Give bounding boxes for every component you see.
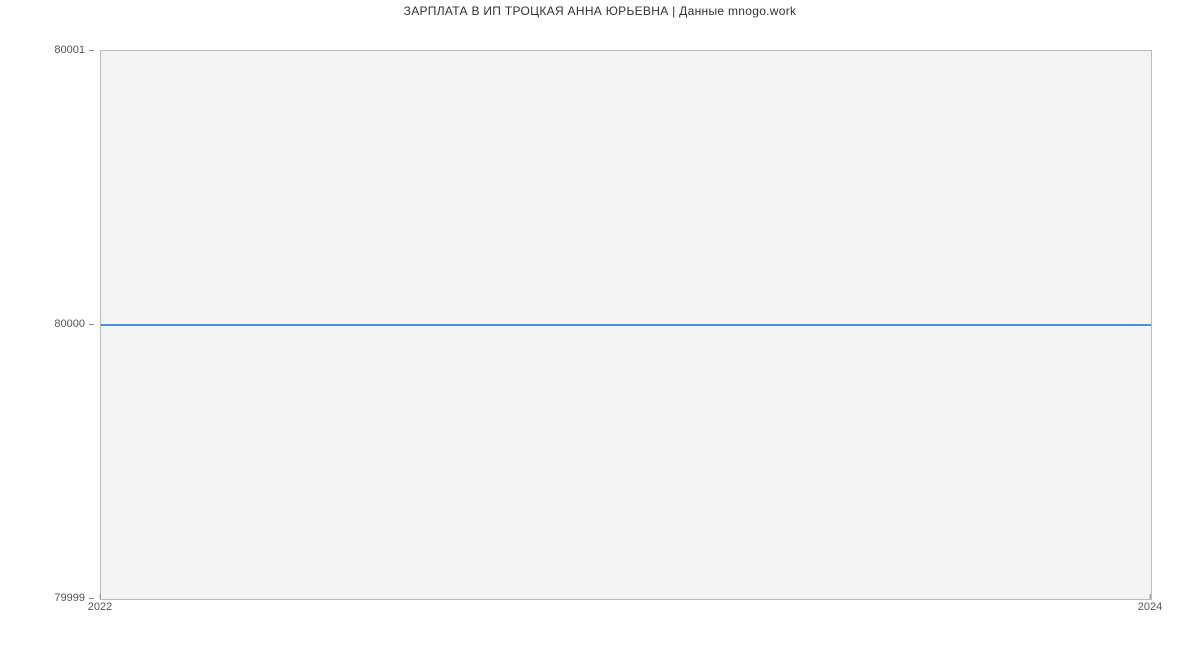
x-tick-2024: 2024 xyxy=(1138,594,1162,613)
y-tick-80001: 80001 xyxy=(54,44,94,56)
x-tick-label: 2022 xyxy=(88,601,112,613)
x-tick-label: 2024 xyxy=(1138,601,1162,613)
y-tick-label: 80000 xyxy=(54,318,85,330)
y-tick-80000: 80000 xyxy=(54,318,94,330)
y-tick-label: 79999 xyxy=(54,592,85,604)
y-tick-label: 80001 xyxy=(54,44,85,56)
chart-title: ЗАРПЛАТА В ИП ТРОЦКАЯ АННА ЮРЬЕВНА | Дан… xyxy=(0,4,1200,18)
salary-line-chart: ЗАРПЛАТА В ИП ТРОЦКАЯ АННА ЮРЬЕВНА | Дан… xyxy=(0,0,1200,650)
x-tick-2022: 2022 xyxy=(88,594,112,613)
series-line-salary xyxy=(101,324,1151,326)
plot-area xyxy=(100,50,1152,600)
